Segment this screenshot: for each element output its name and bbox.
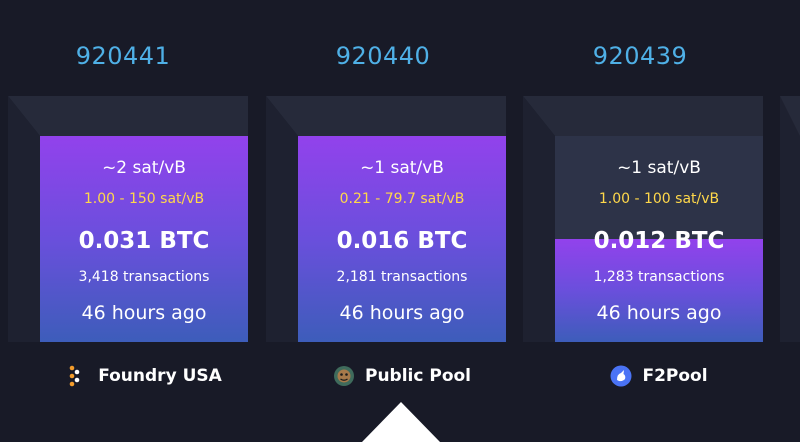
block-details: ~2 sat/vB 1.00 - 150 sat/vB 0.031 BTC 3,… [40, 136, 248, 342]
selected-block-arrow [362, 402, 440, 442]
block-time: 46 hours ago [339, 302, 465, 324]
block-face: ~1 sat/vB 1.00 - 100 sat/vB 0.012 BTC 1,… [555, 136, 763, 342]
cube-sides [780, 96, 800, 342]
block-time: 46 hours ago [81, 302, 207, 324]
fee-range: 1.00 - 100 sat/vB [598, 191, 720, 207]
block-920441: 920441 ~2 sat/vB 1.00 - 150 sat/vB 0.031… [0, 0, 260, 441]
block-details: ~1 sat/vB 0.21 - 79.7 sat/vB 0.016 BTC 2… [298, 136, 506, 342]
block-face: ~2 sat/vB 1.00 - 150 sat/vB 0.031 BTC 3,… [40, 136, 248, 342]
block-cube[interactable]: ~2 sat/vB 1.00 - 150 sat/vB 0.031 BTC 3,… [0, 96, 248, 342]
block-reward: 0.016 BTC [336, 228, 468, 254]
transaction-count: 2,181 transactions [336, 269, 468, 285]
fee-range: 1.00 - 150 sat/vB [83, 191, 205, 207]
median-fee: ~1 sat/vB [617, 158, 701, 178]
block-details: ~1 sat/vB 1.00 - 100 sat/vB 0.012 BTC 1,… [555, 136, 763, 342]
block-height-link[interactable]: 920439 [517, 42, 763, 70]
fee-range: 0.21 - 79.7 sat/vB [339, 191, 465, 207]
transaction-count: 3,418 transactions [78, 269, 210, 285]
median-fee: ~2 sat/vB [102, 158, 186, 178]
f2pool-logo-icon [610, 365, 632, 387]
mining-pool[interactable]: Foundry USA [0, 365, 288, 387]
foundry-usa-logo-icon [69, 365, 80, 387]
pool-name: Foundry USA [98, 366, 222, 386]
block-height-link[interactable]: 920441 [0, 42, 246, 70]
pool-name: F2Pool [642, 366, 708, 386]
public-pool-logo-icon [333, 366, 354, 386]
mining-pool[interactable]: Public Pool [258, 365, 546, 387]
block-reward: 0.012 BTC [593, 228, 725, 254]
block-cube[interactable]: ~1 sat/vB 0.21 - 79.7 sat/vB 0.016 BTC 2… [258, 96, 506, 342]
block-920439: 920439 ~1 sat/vB 1.00 - 100 sat/vB 0.012… [515, 0, 775, 441]
next-block-edge[interactable] [776, 96, 800, 342]
block-face: ~1 sat/vB 0.21 - 79.7 sat/vB 0.016 BTC 2… [298, 136, 506, 342]
block-time: 46 hours ago [596, 302, 722, 324]
pool-name: Public Pool [364, 366, 472, 386]
block-cube[interactable]: ~1 sat/vB 1.00 - 100 sat/vB 0.012 BTC 1,… [515, 96, 763, 342]
transaction-count: 1,283 transactions [593, 269, 725, 285]
block-920440: 920440 ~1 sat/vB 0.21 - 79.7 sat/vB 0.01… [258, 0, 518, 441]
median-fee: ~1 sat/vB [360, 158, 444, 178]
block-reward: 0.031 BTC [78, 228, 210, 254]
block-height-link[interactable]: 920440 [260, 42, 506, 70]
mining-pool[interactable]: F2Pool [515, 365, 800, 387]
